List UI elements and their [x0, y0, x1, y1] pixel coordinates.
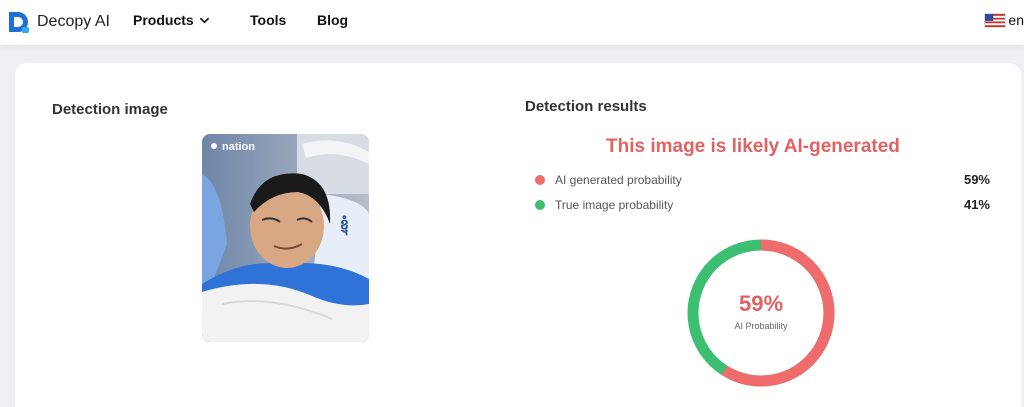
brand-link[interactable]: Decopy AI [6, 9, 110, 35]
nav-blog-label: Blog [317, 12, 349, 28]
brand-name: Decopy AI [37, 13, 110, 30]
decopy-logo-icon [9, 12, 29, 33]
true-probability-label: True image probability [555, 198, 674, 212]
nav-products[interactable]: Products [133, 12, 210, 28]
detection-image-title: Detection image [52, 101, 168, 118]
top-navigation: Decopy AI Products Tools Blog en [0, 0, 1024, 45]
ai-probability-row: AI generated probability 59% [535, 171, 990, 189]
uploaded-photo: ខ្ញុំ nation [202, 134, 369, 342]
true-probability-row: True image probability 41% [535, 196, 990, 214]
ai-probability-value: 59% [963, 172, 990, 187]
nav-tools-label: Tools [250, 12, 287, 28]
nav-tools[interactable]: Tools [250, 12, 286, 28]
language-selector[interactable]: en [984, 12, 1024, 28]
language-label: en [1008, 12, 1024, 28]
uploaded-image: ខ្ញុំ nation [202, 134, 369, 342]
svg-text:ខ្ញុំ: ខ្ញុំ [340, 215, 349, 236]
nav-products-label: Products [133, 12, 194, 28]
probability-donut [687, 239, 835, 387]
chevron-down-icon [199, 17, 209, 23]
ai-probability-label: AI generated probability [555, 173, 682, 187]
detection-card: Detection image ខ្ញុំ nation Detection r… [15, 63, 1021, 407]
us-flag-icon [984, 12, 1007, 28]
verdict-text: This image is likely AI-generated [606, 136, 900, 157]
nav-blog[interactable]: Blog [317, 12, 348, 28]
true-dot-icon [535, 200, 545, 210]
ai-dot-icon [535, 175, 545, 185]
image-watermark: nation [222, 141, 255, 153]
true-probability-value: 41% [963, 197, 990, 212]
detection-results-title: Detection results [525, 98, 647, 115]
